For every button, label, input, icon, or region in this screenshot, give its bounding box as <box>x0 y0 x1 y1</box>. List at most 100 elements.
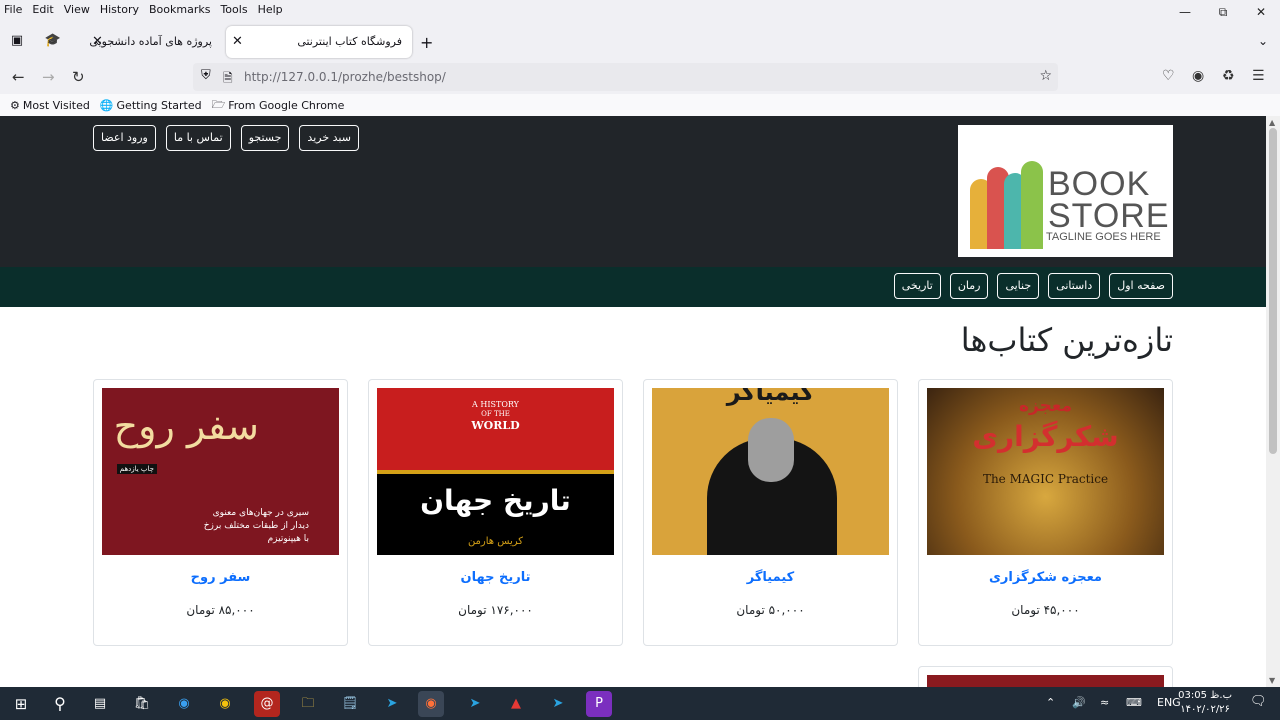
back-icon[interactable]: ← <box>12 68 25 86</box>
menu-help[interactable]: Help <box>258 3 283 16</box>
book-title[interactable]: معجزه شکرگزاری <box>919 570 1172 585</box>
contact-button[interactable]: تماس با ما <box>165 125 231 151</box>
taskbar: ⊞ ⚲ ▤ 🛍 ◉ ◉ @ 🗀 🗒 ➤ ◉ ➤ ▲ ➤ P ⌃ 🔊 ≈ ⌨ EN… <box>0 687 1280 720</box>
page-viewport: BOOK STORE TAGLINE GOES HERE سبد خرید جس… <box>0 116 1266 687</box>
logo-line-1: BOOK <box>1048 165 1151 203</box>
book-card[interactable]: سفر روح چاپ یازدهم سیری در جهان‌های معنو… <box>93 379 348 646</box>
notepad-icon[interactable]: 🗒 <box>337 691 363 717</box>
search-button[interactable]: جستجو <box>240 125 290 151</box>
forward-icon[interactable]: → <box>42 68 55 86</box>
shield-icon[interactable]: ⛨ <box>201 68 211 83</box>
wifi-icon[interactable]: ≈ <box>1100 696 1109 709</box>
bookmark-star-icon[interactable]: ☆ <box>1039 68 1052 84</box>
store-icon[interactable]: 🛍 <box>129 691 155 717</box>
book-cover[interactable]: معجزه شکرگزاری The MAGIC Practice <box>927 388 1164 555</box>
book-title[interactable]: تاریخ جهان <box>369 570 622 585</box>
close-tab-icon[interactable]: ✕ <box>232 34 243 49</box>
book-price: ۵۰,۰۰۰ تومان <box>736 603 805 617</box>
books-logo-icon <box>970 159 1046 249</box>
search-icon[interactable]: ⚲ <box>47 691 73 717</box>
telegram-icon[interactable]: ➤ <box>379 691 405 717</box>
account-icon[interactable]: ◉ <box>1192 68 1204 84</box>
tab-bookstore[interactable]: ✕ فروشگاه کتاب اینترنتی <box>226 26 412 58</box>
logo-tagline: TAGLINE GOES HERE <box>1046 231 1161 243</box>
category-crime[interactable]: جنایی <box>997 273 1040 299</box>
notification-icon[interactable]: 🗨 <box>1250 694 1267 709</box>
menu-bookmarks[interactable]: Bookmarks <box>149 3 210 16</box>
book-cover[interactable] <box>927 675 1164 687</box>
language-indicator[interactable]: ENG <box>1157 696 1181 709</box>
menu-tools[interactable]: Tools <box>220 3 247 16</box>
scroll-up-icon[interactable]: ▲ <box>1269 118 1275 127</box>
clock-date: ۱۴۰۲/۰۲/۲۶ <box>1180 704 1230 715</box>
telegram-icon[interactable]: ➤ <box>545 691 571 717</box>
menu-history[interactable]: History <box>100 3 139 16</box>
category-history[interactable]: تاریخی <box>893 273 941 299</box>
firefox-icon[interactable]: ◉ <box>418 691 444 717</box>
extensions-icon[interactable]: ♻ <box>1222 68 1235 84</box>
tab-overview-icon[interactable]: ▣ <box>8 33 26 51</box>
acrobat-icon[interactable]: ▲ <box>503 691 529 717</box>
menu-view[interactable]: View <box>64 3 90 16</box>
restore-icon[interactable]: ⧉ <box>1204 0 1242 24</box>
book-cover[interactable]: A HISTORY OF THE WORLD تاریخ جهان کریس ه… <box>377 388 614 555</box>
hamburger-menu-icon[interactable]: ☰ <box>1252 68 1265 84</box>
book-title[interactable]: کیمیاگر <box>644 570 897 585</box>
chevron-up-icon[interactable]: ⌃ <box>1046 696 1055 709</box>
telegram-icon[interactable]: ➤ <box>462 691 488 717</box>
category-bar: صفحه اول داستانی جنایی رمان تاریخی <box>0 267 1266 307</box>
logo-line-2: STORE <box>1048 197 1170 235</box>
book-title[interactable]: سفر روح <box>94 570 347 585</box>
book-card[interactable] <box>918 666 1173 687</box>
clock-time: 03:05 ب.ظ <box>1178 690 1232 701</box>
pocket-icon[interactable]: ♡ <box>1162 68 1175 84</box>
login-button[interactable]: ورود اعضا <box>93 125 156 151</box>
category-novel[interactable]: رمان <box>949 273 989 299</box>
menu-file[interactable]: File <box>4 3 22 16</box>
scroll-down-icon[interactable]: ▼ <box>1269 676 1275 685</box>
book-card[interactable]: معجزه شکرگزاری The MAGIC Practice معجزه … <box>918 379 1173 646</box>
chrome-icon[interactable]: ◉ <box>212 691 238 717</box>
windows-start-icon[interactable]: ⊞ <box>8 691 34 717</box>
bookmark-most-visited[interactable]: ⚙ Most Visited <box>10 99 90 112</box>
book-card[interactable]: کیمیاگر کیمیاگر ۵۰,۰۰۰ تومان <box>643 379 898 646</box>
category-fiction[interactable]: داستانی <box>1048 273 1101 299</box>
chevron-down-icon[interactable]: ⌄ <box>1258 34 1268 48</box>
category-home[interactable]: صفحه اول <box>1109 273 1173 299</box>
folder-icon: 🗁 <box>211 97 226 111</box>
header-buttons: سبد خرید جستجو تماس با ما ورود اعضا <box>93 125 369 151</box>
book-card[interactable]: A HISTORY OF THE WORLD تاریخ جهان کریس ه… <box>368 379 623 646</box>
bookmark-getting-started[interactable]: 🌐 Getting Started <box>100 99 202 112</box>
book-price: ۱۷۶,۰۰۰ تومان <box>458 603 533 617</box>
task-view-icon[interactable]: ▤ <box>87 691 113 717</box>
menu-edit[interactable]: Edit <box>32 3 53 16</box>
book-cover[interactable]: کیمیاگر <box>652 388 889 555</box>
reload-icon[interactable]: ↻ <box>72 68 85 86</box>
scrollbar-thumb[interactable] <box>1269 128 1277 454</box>
window-controls: — ⧉ ✕ <box>1166 0 1280 24</box>
address-bar[interactable]: ⛨ 🗎 http://127.0.0.1/prozhe/bestshop/ ☆ <box>193 63 1058 91</box>
bookmark-from-chrome[interactable]: 🗁 From Google Chrome <box>212 96 345 115</box>
graduation-cap-icon: 🎓 <box>44 33 62 48</box>
site-logo[interactable]: BOOK STORE TAGLINE GOES HERE <box>958 125 1173 257</box>
cart-button[interactable]: سبد خرید <box>299 125 359 151</box>
portrait-face <box>748 418 794 482</box>
minimize-icon[interactable]: — <box>1166 0 1204 24</box>
keyboard-icon[interactable]: ⌨ <box>1126 696 1142 709</box>
page-scrollbar[interactable]: ▲ ▼ <box>1266 116 1280 687</box>
new-tab-icon[interactable]: + <box>420 33 433 52</box>
site-header: BOOK STORE TAGLINE GOES HERE سبد خرید جس… <box>0 116 1266 267</box>
clock[interactable]: 03:05 ب.ظ ۱۴۰۲/۰۲/۲۶ <box>1178 689 1232 717</box>
menu-bar: File Edit View History Bookmarks Tools H… <box>0 0 1280 18</box>
gear-icon: ⚙ <box>10 98 20 112</box>
edge-icon[interactable]: ◉ <box>171 691 197 717</box>
speaker-icon[interactable]: 🔊 <box>1072 696 1086 709</box>
phpstorm-icon[interactable]: P <box>586 691 612 717</box>
url-text[interactable]: http://127.0.0.1/prozhe/bestshop/ <box>244 70 446 84</box>
file-explorer-icon[interactable]: 🗀 <box>295 691 321 717</box>
tab-projects[interactable]: ✕ پروژه های آماده دانشجویی <box>86 26 222 58</box>
book-cover[interactable]: سفر روح چاپ یازدهم سیری در جهان‌های معنو… <box>102 388 339 555</box>
app-icon[interactable]: @ <box>254 691 280 717</box>
globe-icon: 🌐 <box>99 98 114 112</box>
close-window-icon[interactable]: ✕ <box>1242 0 1280 24</box>
